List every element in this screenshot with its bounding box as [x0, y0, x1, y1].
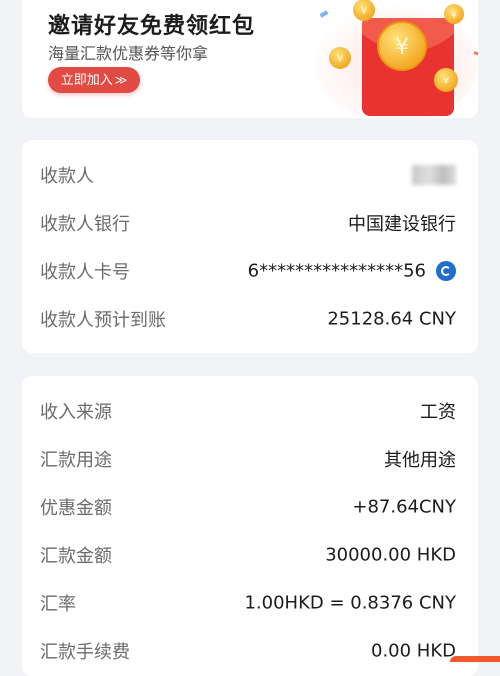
remittance-purpose-label: 汇款用途 — [40, 450, 112, 471]
expected-arrival-row: 收款人预计到账 25128.64 CNY — [22, 295, 478, 343]
ccb-bank-icon — [436, 261, 456, 281]
remittance-details-card: 收入来源 工资 汇款用途 其他用途 优惠金额 +87.64CNY 汇款金额 30… — [22, 376, 478, 676]
join-now-button[interactable]: 立即加入 ≫ — [48, 67, 140, 93]
svg-text:¥: ¥ — [451, 11, 457, 21]
red-envelope-coins-icon: ¥ ¥ ¥ ¥ ¥ — [314, 0, 478, 118]
recipient-name-row: 收款人 — [22, 151, 478, 199]
remittance-fee-row: 汇款手续费 0.00 HKD — [22, 627, 478, 675]
remittance-amount-label: 汇款金额 — [40, 546, 112, 567]
expected-arrival-value: 25128.64 CNY — [327, 308, 456, 330]
recipient-card-number-value: 6****************56 — [247, 260, 426, 282]
exchange-rate-row: 汇率 1.00HKD = 0.8376 CNY — [22, 579, 478, 627]
exchange-rate-label: 汇率 — [40, 594, 76, 615]
discount-amount-label: 优惠金额 — [40, 498, 112, 519]
recipient-card-number-row: 收款人卡号 6****************56 — [22, 247, 478, 295]
remittance-amount-value: 30000.00 HKD — [325, 544, 456, 566]
discount-amount-value: +87.64CNY — [352, 496, 456, 518]
remittance-fee-label: 汇款手续费 — [40, 642, 130, 663]
svg-text:¥: ¥ — [395, 35, 409, 60]
expected-arrival-label: 收款人预计到账 — [40, 310, 166, 331]
remittance-purpose-value: 其他用途 — [384, 450, 456, 471]
invite-banner[interactable]: 邀请好友免费领红包 海量汇款优惠券等你拿 立即加入 ≫ ¥ ¥ ¥ ¥ ¥ — [22, 0, 478, 118]
svg-text:¥: ¥ — [361, 6, 367, 17]
recipient-bank-value: 中国建设银行 — [348, 214, 456, 235]
svg-text:¥: ¥ — [337, 54, 343, 65]
floating-action-edge[interactable] — [450, 656, 500, 662]
svg-text:¥: ¥ — [443, 76, 449, 87]
income-source-label: 收入来源 — [40, 402, 112, 423]
remittance-fee-value: 0.00 HKD — [371, 640, 456, 662]
recipient-bank-row: 收款人银行 中国建设银行 — [22, 199, 478, 247]
banner-title: 邀请好友免费领红包 — [48, 14, 256, 39]
recipient-bank-label: 收款人银行 — [40, 214, 130, 235]
recipient-name-label: 收款人 — [40, 166, 94, 187]
remittance-amount-row: 汇款金额 30000.00 HKD — [22, 531, 478, 579]
income-source-row: 收入来源 工资 — [22, 387, 478, 435]
chevron-right-icon: ≫ — [114, 73, 128, 87]
remittance-purpose-row: 汇款用途 其他用途 — [22, 435, 478, 483]
recipient-name-blurred — [412, 165, 456, 185]
recipient-card-number-label: 收款人卡号 — [40, 262, 130, 283]
recipient-card: 收款人 收款人银行 中国建设银行 收款人卡号 6****************… — [22, 140, 478, 353]
discount-amount-row: 优惠金额 +87.64CNY — [22, 483, 478, 531]
exchange-rate-value: 1.00HKD = 0.8376 CNY — [244, 592, 456, 614]
banner-subtitle: 海量汇款优惠券等你拿 — [48, 44, 209, 63]
join-now-label: 立即加入 — [60, 73, 113, 88]
income-source-value: 工资 — [420, 402, 456, 423]
